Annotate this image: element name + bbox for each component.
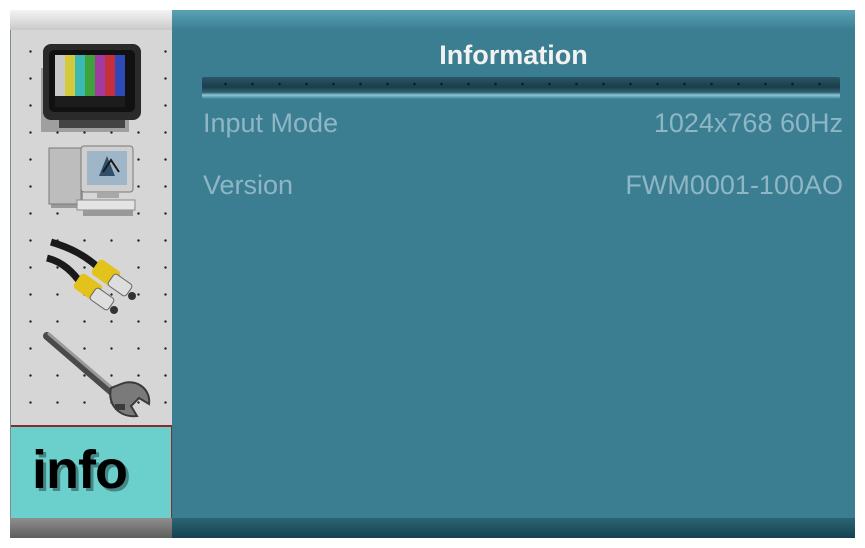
sidebar-bottom-bevel [10,518,172,538]
wrench-icon [43,332,151,418]
info-row-input-mode: Input Mode 1024x768 60Hz [203,108,843,142]
panel-bottom-bevel [172,518,855,538]
panel-top-bevel [172,10,855,30]
sidebar-menu: info [10,10,173,538]
sidebar-item-setup[interactable] [11,326,173,424]
title-divider [202,77,840,99]
info-icon: info [32,440,128,500]
av-cables-icon [46,238,136,314]
version-label: Version [203,170,294,200]
information-panel: Information Input Mode 1024x768 60Hz Ver… [172,10,855,538]
sidebar-item-display[interactable] [11,132,173,230]
version-value: FWM0001-100AO [625,170,843,200]
tv-color-bars-icon [41,44,141,132]
computer-icon [48,145,136,216]
info-row-version: Version FWM0001-100AO [203,170,843,204]
sidebar-item-av-input[interactable] [11,228,173,326]
input-mode-value: 1024x768 60Hz [653,108,843,138]
sidebar-top-bevel [10,10,172,30]
osd-window: info Information Input Mode 1024x768 60H… [0,0,865,548]
sidebar-menu-list: info [10,30,173,521]
input-mode-label: Input Mode [203,108,339,138]
title-divider-dots [202,82,840,86]
page-title: Information [439,40,588,70]
sidebar-item-information[interactable]: info [11,425,173,521]
sidebar-item-picture[interactable] [11,38,173,136]
